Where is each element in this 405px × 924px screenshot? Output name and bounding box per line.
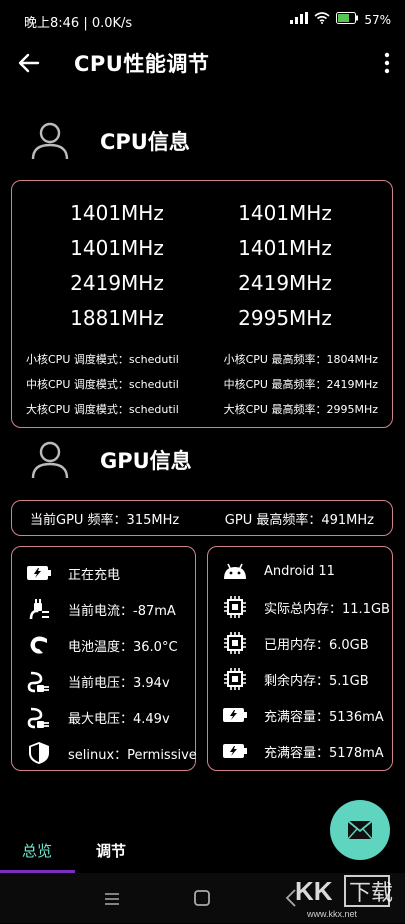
svg-text:www.kkx.net: www.kkx.net bbox=[306, 909, 358, 919]
back-button[interactable] bbox=[16, 50, 42, 76]
shield-icon bbox=[26, 740, 52, 766]
chip-icon bbox=[222, 666, 248, 692]
list-item: 电池温度：36.0°C bbox=[12, 627, 195, 663]
free-memory: 剩余内存：5.1GB bbox=[264, 673, 369, 689]
freq-row: 1881MHz 2995MHz bbox=[12, 300, 392, 335]
mail-icon bbox=[347, 820, 373, 840]
gpu-current-frequency: 当前GPU 频率：315MHz bbox=[30, 512, 180, 528]
status-time: 晚上8:46 | 0.0K/s bbox=[24, 16, 133, 31]
list-item: 最大电压：4.49v bbox=[12, 699, 195, 735]
charging-status: 正在充电 bbox=[68, 567, 121, 583]
battery-charging-icon bbox=[222, 738, 248, 764]
list-item: 当前电压：3.94v bbox=[12, 663, 195, 699]
battery-charging-icon bbox=[26, 560, 52, 586]
home-button[interactable] bbox=[194, 890, 210, 910]
status-bar: 晚上8:46 | 0.0K/s 57% bbox=[0, 0, 405, 40]
plug-voltage-icon bbox=[26, 704, 52, 730]
max-frequency-label: 中核CPU 最高频率：2419MHz bbox=[223, 378, 378, 391]
battery-info-card: 正在充电 当前电流：-87mA 电池温度：36.0°C 当前电压：3.94v 最… bbox=[11, 546, 197, 771]
android-version: Android 11 bbox=[264, 563, 335, 579]
battery-percent: 57% bbox=[364, 12, 391, 27]
tab-adjust[interactable]: 调节 bbox=[96, 840, 126, 861]
menu-icon bbox=[105, 893, 119, 905]
arrow-left-icon bbox=[18, 53, 40, 73]
status-right: 57% bbox=[290, 12, 391, 27]
design-capacity: 充满容量：5178mA bbox=[264, 745, 384, 761]
gpu-info-card: 当前GPU 频率：315MHz GPU 最高频率：491MHz bbox=[11, 500, 393, 536]
battery-info-list: 正在充电 当前电流：-87mA 电池温度：36.0°C 当前电压：3.94v 最… bbox=[12, 555, 197, 771]
recent-apps-button[interactable] bbox=[104, 891, 120, 910]
current-voltage: 当前电压：3.94v bbox=[68, 675, 170, 691]
max-frequency-label: 大核CPU 最高频率：2995MHz bbox=[223, 403, 378, 416]
system-info-list: Android 11 实际总内存：11.1GB 已用内存：6.0GB 剩余内存：… bbox=[208, 553, 392, 769]
list-item: 充满容量：5136mA bbox=[208, 697, 392, 733]
core-frequency: 1881MHz bbox=[70, 305, 164, 330]
message-fab-button[interactable] bbox=[330, 800, 390, 860]
freq-row: 1401MHz 1401MHz bbox=[12, 195, 392, 230]
watermark-logo: KK 下载 www.kkx.net bbox=[287, 870, 397, 920]
temperature-icon bbox=[26, 632, 52, 658]
current-value: 当前电流：-87mA bbox=[68, 603, 176, 619]
plug-voltage-icon bbox=[26, 668, 52, 694]
plug-icon bbox=[26, 596, 52, 622]
android-icon bbox=[222, 558, 248, 584]
cpu-info-row: 小核CPU 调度模式：schedutil 小核CPU 最高频率：1804MHz bbox=[26, 351, 378, 371]
more-menu-button[interactable] bbox=[383, 52, 391, 74]
list-item: 正在充电 bbox=[12, 555, 195, 591]
list-item: Android 11 bbox=[208, 553, 392, 589]
core-frequency: 2419MHz bbox=[70, 270, 164, 295]
list-item: 充满容量：5178mA bbox=[208, 733, 392, 769]
freq-row: 2419MHz 2419MHz bbox=[12, 265, 392, 300]
list-item: 已用内存：6.0GB bbox=[208, 625, 392, 661]
svg-text:KK: KK bbox=[295, 876, 333, 906]
person-icon bbox=[31, 441, 69, 479]
max-frequency-label: 小核CPU 最高频率：1804MHz bbox=[223, 353, 378, 366]
battery-charging-icon bbox=[222, 702, 248, 728]
list-item: 实际总内存：11.1GB bbox=[208, 589, 392, 625]
total-memory: 实际总内存：11.1GB bbox=[264, 601, 390, 617]
full-capacity: 充满容量：5136mA bbox=[264, 709, 384, 725]
core-frequency: 2419MHz bbox=[238, 270, 332, 295]
core-frequency: 1401MHz bbox=[238, 200, 332, 225]
system-info-card: Android 11 实际总内存：11.1GB 已用内存：6.0GB 剩余内存：… bbox=[207, 546, 393, 771]
wifi-icon bbox=[314, 12, 330, 27]
selinux-status: selinux：Permissive bbox=[68, 747, 197, 763]
chip-icon bbox=[222, 594, 248, 620]
governor-label: 大核CPU 调度模式：schedutil bbox=[26, 403, 179, 416]
core-frequency: 1401MHz bbox=[70, 235, 164, 260]
max-voltage: 最大电压：4.49v bbox=[68, 711, 170, 727]
list-item: selinux：Permissive bbox=[12, 735, 197, 771]
gpu-section-title: GPU信息 bbox=[100, 449, 192, 473]
cpu-info-row: 中核CPU 调度模式：schedutil 中核CPU 最高频率：2419MHz bbox=[26, 376, 378, 396]
list-item: 当前电流：-87mA bbox=[12, 591, 195, 627]
cpu-info-row: 大核CPU 调度模式：schedutil 大核CPU 最高频率：2995MHz bbox=[26, 401, 378, 421]
cpu-frequency-grid: 1401MHz 1401MHz 1401MHz 1401MHz 2419MHz … bbox=[12, 195, 392, 335]
governor-label: 小核CPU 调度模式：schedutil bbox=[26, 353, 179, 366]
signal-icon bbox=[290, 12, 309, 27]
svg-text:下载: 下载 bbox=[349, 880, 393, 905]
battery-icon bbox=[336, 12, 359, 27]
core-frequency: 1401MHz bbox=[70, 200, 164, 225]
battery-temperature: 电池温度：36.0°C bbox=[68, 639, 178, 655]
core-frequency: 1401MHz bbox=[238, 235, 332, 260]
cpu-section-header: CPU信息 bbox=[30, 121, 190, 161]
governor-label: 中核CPU 调度模式：schedutil bbox=[26, 378, 179, 391]
list-item: 剩余内存：5.1GB bbox=[208, 661, 392, 697]
chip-icon bbox=[222, 630, 248, 656]
used-memory: 已用内存：6.0GB bbox=[264, 637, 369, 653]
freq-row: 1401MHz 1401MHz bbox=[12, 230, 392, 265]
tab-overview[interactable]: 总览 bbox=[22, 840, 52, 861]
gpu-max-frequency: GPU 最高频率：491MHz bbox=[224, 512, 374, 528]
cpu-info-card: 1401MHz 1401MHz 1401MHz 1401MHz 2419MHz … bbox=[11, 180, 393, 428]
page-title: CPU性能调节 bbox=[74, 52, 210, 76]
cpu-section-title: CPU信息 bbox=[100, 130, 190, 154]
person-icon bbox=[31, 122, 69, 160]
more-vertical-icon bbox=[384, 52, 390, 74]
home-square-icon bbox=[194, 890, 210, 906]
gpu-section-header: GPU信息 bbox=[30, 440, 192, 480]
core-frequency: 2995MHz bbox=[238, 305, 332, 330]
